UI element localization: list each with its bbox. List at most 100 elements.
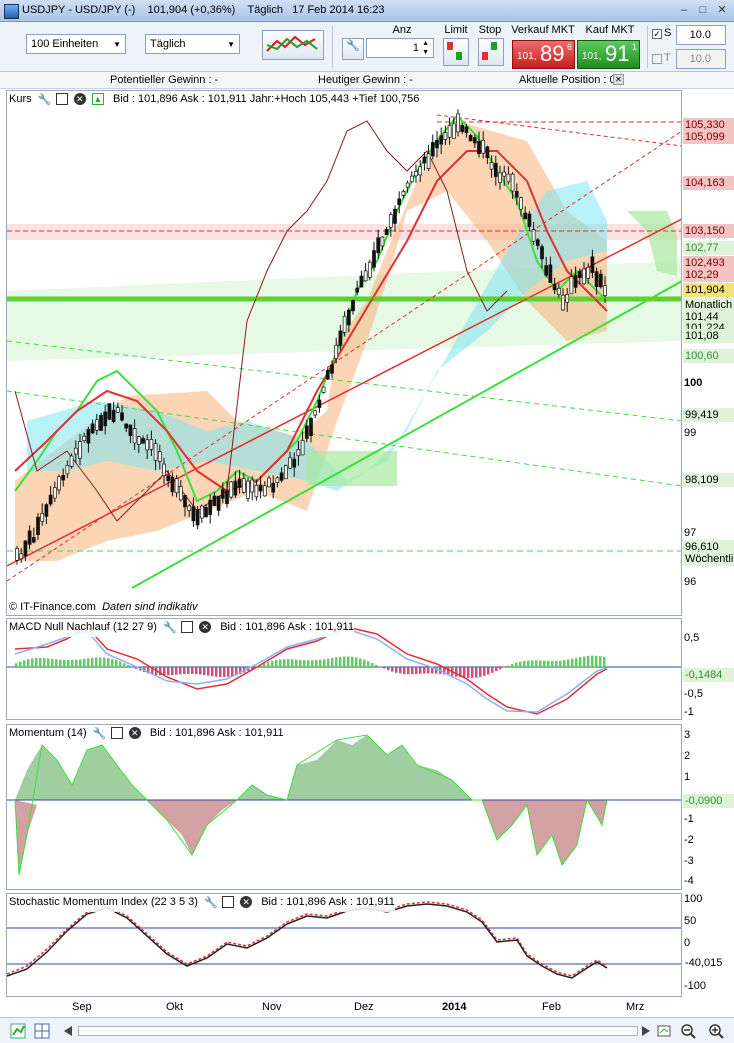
- limit-order-button[interactable]: [443, 38, 469, 66]
- candle-body: [174, 478, 179, 494]
- chart-tools-icon[interactable]: [10, 1023, 26, 1039]
- stop-order-button[interactable]: [478, 38, 504, 66]
- maximize-icon[interactable]: □: [695, 3, 711, 18]
- macd-histogram-bar: [391, 667, 394, 672]
- macd-histogram-bar: [39, 657, 42, 667]
- candle-body: [99, 415, 103, 431]
- candle-body: [514, 191, 519, 198]
- close-pane-icon[interactable]: ✕: [199, 621, 212, 634]
- macd-histogram-bar: [463, 667, 466, 678]
- macd-histogram-bar: [55, 659, 58, 667]
- candle-body: [439, 135, 444, 145]
- time-scrollbar[interactable]: [78, 1026, 638, 1036]
- candle-body: [292, 458, 297, 468]
- macd-histogram-bar: [35, 658, 38, 667]
- macd-histogram-bar: [403, 667, 406, 675]
- macd-line: [14, 628, 608, 713]
- time-axis-label: Okt: [166, 1001, 184, 1013]
- macd-axis: 0,5 -0,1484 -0,5 -1: [682, 618, 734, 720]
- maximize-pane-icon[interactable]: [181, 621, 194, 634]
- qty-stepper[interactable]: 1 ▲ ▼: [366, 38, 434, 58]
- scroll-left-icon[interactable]: [60, 1023, 76, 1039]
- macd-histogram-bar: [295, 659, 298, 667]
- macd-histogram-bar: [287, 659, 290, 667]
- price-chart: [7, 109, 681, 589]
- candle-body: [342, 315, 347, 333]
- momentum-positive-area: [15, 745, 147, 800]
- candle-body: [40, 512, 45, 522]
- candle-body: [456, 113, 460, 133]
- candle-body: [527, 213, 532, 227]
- s-stepper[interactable]: 10.0: [676, 25, 726, 45]
- candle-body: [212, 495, 217, 507]
- momentum-pane[interactable]: Momentum (14) 🔧 ✕ Bid : 101,896 Ask : 10…: [6, 724, 682, 890]
- smi-pane[interactable]: Stochastic Momentum Index (22 3 5 3) 🔧 ✕…: [6, 893, 682, 997]
- candle-body: [498, 172, 502, 183]
- close-icon[interactable]: ✕: [714, 3, 730, 18]
- macd-histogram-bar: [15, 663, 18, 667]
- macd-histogram-bar: [579, 657, 582, 667]
- zoom-in-icon[interactable]: [708, 1023, 724, 1039]
- candle-body: [86, 429, 91, 444]
- macd-histogram-bar: [67, 660, 70, 667]
- candle-body: [388, 214, 393, 228]
- macd-histogram-bar: [211, 667, 214, 677]
- smi-axis-tick: -100: [684, 980, 707, 992]
- t-checkbox[interactable]: [652, 54, 662, 64]
- price-chart-pane[interactable]: Kurs 🔧 ✕ ▲ Bid : 101,896 Ask : 101,911 J…: [6, 90, 682, 616]
- close-pane-icon[interactable]: ✕: [128, 727, 141, 740]
- maximize-pane-icon[interactable]: [222, 896, 235, 909]
- sell-label: Verkauf MKT: [511, 24, 575, 36]
- macd-histogram-bar: [27, 659, 30, 667]
- macd-histogram-bar: [487, 667, 490, 675]
- position-info-bar: Potentieller Gewinn : - Heutiger Gewinn …: [0, 72, 734, 89]
- buy-price-main: 91: [605, 41, 630, 66]
- scroll-right-icon[interactable]: [638, 1023, 654, 1039]
- title-bar: USDJPY - USD/JPY (-) 101,904 (+0,36%) Tä…: [0, 0, 734, 22]
- period-select[interactable]: Täglich ▼: [145, 34, 240, 54]
- macd-histogram-bar: [455, 667, 458, 677]
- macd-histogram-bar: [359, 658, 362, 667]
- s-checkbox[interactable]: ✓: [652, 29, 662, 39]
- units-select[interactable]: 100 Einheiten ▼: [26, 34, 126, 54]
- macd-histogram-bar: [219, 667, 222, 678]
- grid-icon[interactable]: [34, 1023, 50, 1039]
- datetime-label: 17 Feb 2014 16:23: [292, 4, 385, 16]
- macd-histogram-bar: [539, 660, 542, 667]
- macd-histogram-bar: [299, 659, 302, 667]
- macd-histogram-bar: [411, 667, 414, 675]
- momentum-value-tag: -0,0900: [683, 794, 734, 808]
- macd-histogram-bar: [395, 667, 398, 673]
- minimize-icon[interactable]: –: [676, 3, 692, 18]
- zoom-out-icon[interactable]: [680, 1023, 696, 1039]
- wrench-icon[interactable]: 🔧: [38, 93, 52, 106]
- price-level-tag: Wöchentli: [683, 552, 734, 566]
- candle-body: [48, 494, 53, 505]
- close-position-icon[interactable]: ✕: [613, 74, 624, 85]
- wrench-icon[interactable]: 🔧: [342, 38, 364, 60]
- maximize-pane-icon[interactable]: [110, 727, 123, 740]
- candle-body: [544, 265, 549, 276]
- macd-pane[interactable]: MACD Null Nachlauf (12 27 9) 🔧 ✕ Bid : 1…: [6, 618, 682, 720]
- macd-histogram-bar: [51, 658, 54, 667]
- wrench-icon[interactable]: 🔧: [163, 621, 177, 634]
- maximize-pane-icon[interactable]: [55, 93, 68, 106]
- wrench-icon[interactable]: 🔧: [93, 727, 107, 740]
- wrench-icon[interactable]: 🔧: [204, 896, 218, 909]
- fit-chart-icon[interactable]: [656, 1023, 672, 1039]
- arrow-up-icon[interactable]: ▲: [91, 93, 104, 106]
- close-pane-icon[interactable]: ✕: [73, 93, 86, 106]
- macd-histogram-bar: [179, 667, 182, 675]
- close-pane-icon[interactable]: ✕: [240, 896, 253, 909]
- sell-market-button[interactable]: 101, 89 6: [512, 40, 575, 69]
- t-stepper[interactable]: 10.0: [676, 49, 726, 69]
- macd-histogram-bar: [423, 667, 426, 674]
- macd-histogram-bar: [279, 659, 282, 667]
- candle-body: [355, 287, 360, 293]
- buy-market-button[interactable]: 101, 91 1: [577, 40, 640, 69]
- candle-body: [523, 212, 528, 220]
- candle-body: [531, 229, 536, 242]
- macd-histogram-bar: [227, 667, 230, 677]
- chart-type-button[interactable]: [262, 30, 324, 60]
- candle-body: [145, 439, 150, 451]
